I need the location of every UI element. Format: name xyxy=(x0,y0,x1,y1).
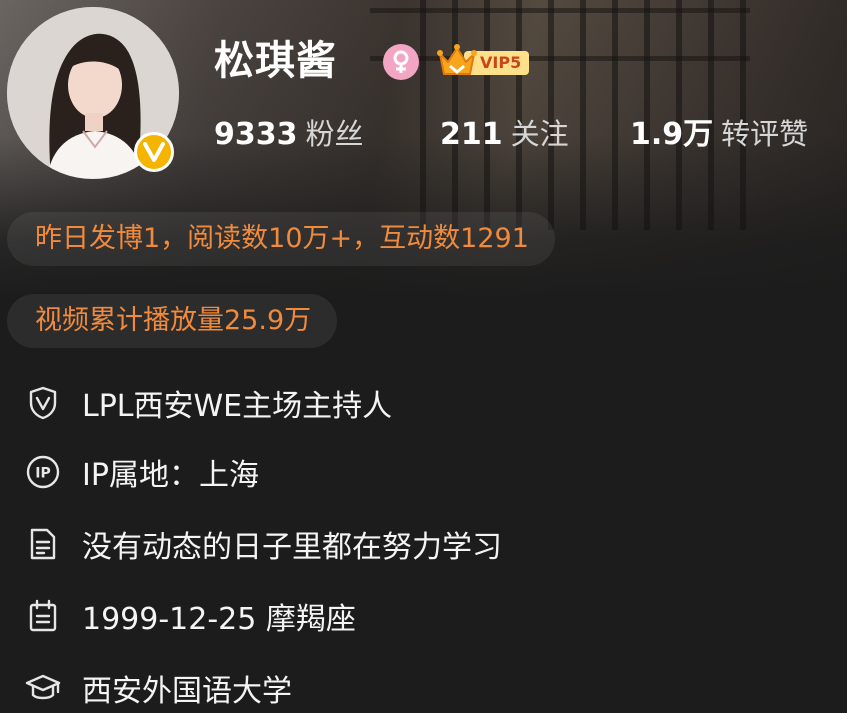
svg-text:IP: IP xyxy=(35,466,50,482)
school-text: 西安外国语大学 xyxy=(82,674,292,709)
school-row: 西安外国语大学 xyxy=(24,663,292,713)
ip-location-row: IP IP属地：上海 xyxy=(24,447,259,497)
followers-stat[interactable]: 9333 粉丝 xyxy=(214,112,364,161)
profile-name: 松琪酱 xyxy=(214,38,337,84)
following-count: 211 xyxy=(440,117,503,152)
yesterday-stats-pill[interactable]: 昨日发博1，阅读数10万+，互动数1291 xyxy=(7,212,555,266)
followers-count: 9333 xyxy=(214,117,298,152)
female-icon xyxy=(383,44,419,80)
shield-v-icon xyxy=(24,384,62,422)
followers-label: 粉丝 xyxy=(305,117,364,151)
graduation-cap-icon xyxy=(24,669,62,707)
following-stat[interactable]: 211 关注 xyxy=(440,112,569,161)
vip-badge[interactable]: VIP5 xyxy=(436,42,534,80)
birthday-row: 1999-12-25 摩羯座 xyxy=(24,591,356,641)
interactions-stat[interactable]: 1.9万 转评赞 xyxy=(630,112,808,161)
interactions-count: 1.9万 xyxy=(630,117,714,152)
birthday-text: 1999-12-25 摩羯座 xyxy=(82,602,356,637)
ip-circle-icon: IP xyxy=(24,453,62,491)
crown-icon xyxy=(437,44,477,75)
calendar-icon xyxy=(24,597,62,635)
verification-text: LPL西安WE主场主持人 xyxy=(82,389,393,424)
ip-location-text: IP属地：上海 xyxy=(82,458,259,493)
verification-row: LPL西安WE主场主持人 xyxy=(24,378,392,428)
following-label: 关注 xyxy=(510,117,569,151)
interactions-label: 转评赞 xyxy=(721,117,809,151)
document-icon xyxy=(24,525,62,563)
bio-row: 没有动态的日子里都在努力学习 xyxy=(24,519,502,569)
video-plays-pill[interactable]: 视频累计播放量25.9万 xyxy=(7,294,338,348)
bio-text: 没有动态的日子里都在努力学习 xyxy=(82,530,502,565)
verified-v-badge-icon xyxy=(134,132,174,172)
